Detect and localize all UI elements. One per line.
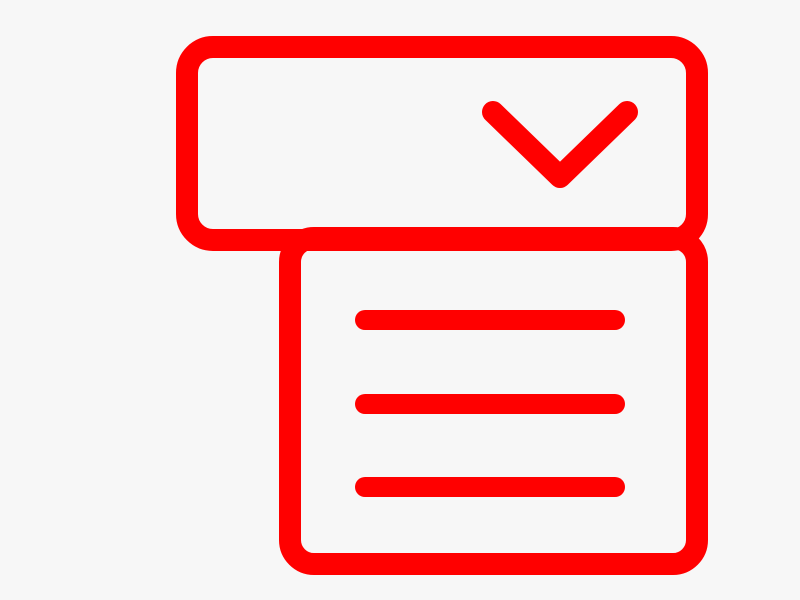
dropdown-list-icon <box>0 0 800 600</box>
dropdown-field-outline <box>176 36 708 251</box>
chevron-down-icon <box>482 101 638 188</box>
screen-canvas <box>0 0 800 600</box>
dropdown-list-icon-graphic <box>176 36 708 575</box>
